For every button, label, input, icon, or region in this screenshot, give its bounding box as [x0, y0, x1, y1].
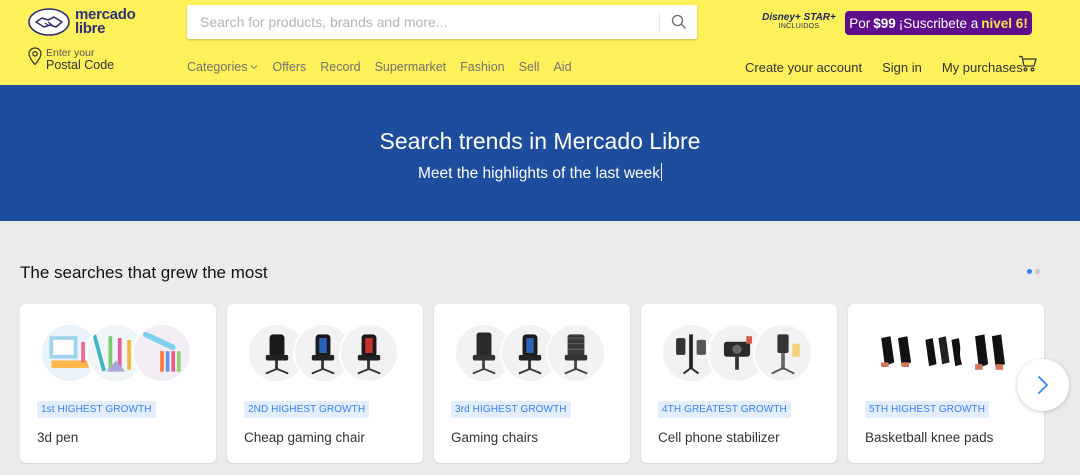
handshake-logo-icon [28, 8, 70, 36]
growth-badge: 1st HIGHEST GROWTH [37, 401, 156, 418]
carousel-next-button[interactable] [1017, 359, 1069, 411]
mercado-libre-logo[interactable]: mercado libre [28, 7, 136, 37]
card-thumbnails [241, 323, 411, 383]
growth-badge: 2ND HIGHEST GROWTH [244, 401, 370, 418]
nav-categories-label: Categories [187, 60, 248, 74]
trend-card-3[interactable]: 3rd HIGHEST GROWTH Gaming chairs [434, 304, 630, 463]
header: mercado libre Disney+ STAR+ INCLUIDOS Po… [0, 0, 1080, 85]
disney-star-logo: Disney+ STAR+ [762, 12, 836, 23]
search-bar [187, 5, 697, 39]
nav-categories[interactable]: Categories [187, 60, 258, 74]
promo-suffix: ! [1023, 15, 1028, 31]
trend-card-4[interactable]: 4TH GREATEST GROWTH Cell phone stabilize… [641, 304, 837, 463]
product-thumb [546, 323, 606, 383]
pager-dot-2[interactable] [1035, 269, 1040, 274]
cart-icon [1019, 55, 1037, 72]
trend-cards-carousel: 1st HIGHEST GROWTH 3d pen 2ND HIGHEST GR… [20, 304, 1080, 464]
disney-star-subtext: INCLUIDOS [778, 23, 820, 30]
promo-price: $99 [873, 15, 896, 31]
product-thumb [960, 323, 1020, 383]
my-purchases-link[interactable]: My purchases [942, 60, 1023, 75]
trend-card-5[interactable]: 5TH HIGHEST GROWTH Basketball knee pads [848, 304, 1044, 463]
growth-badge: 5TH HIGHEST GROWTH [865, 401, 990, 418]
promo-level: nivel 6 [981, 15, 1024, 31]
sign-in-link[interactable]: Sign in [882, 60, 922, 75]
postal-value: Postal Code [46, 58, 115, 72]
trend-title: Cell phone stabilizer [658, 430, 780, 445]
subscription-promo-button[interactable]: Por $99 ¡Suscribete a nivel 6! [845, 11, 1032, 35]
product-thumb [339, 323, 399, 383]
card-thumbnails [655, 323, 825, 383]
product-thumb [753, 323, 813, 383]
trend-title: Cheap gaming chair [244, 430, 365, 445]
postal-code-selector[interactable]: Enter your Postal Code [28, 47, 114, 71]
section-title: The searches that grew the most [20, 263, 268, 282]
logo-line-2: libre [75, 20, 106, 37]
create-account-link[interactable]: Create your account [745, 60, 862, 75]
promo-prefix: Por [849, 15, 871, 31]
card-thumbnails [448, 323, 618, 383]
pager-dot-1[interactable] [1027, 269, 1032, 274]
logo-wordmark: mercado libre [75, 7, 136, 37]
growth-badge: 3rd HIGHEST GROWTH [451, 401, 571, 418]
product-thumb [132, 323, 192, 383]
promo-text: ¡Suscribete a [898, 15, 979, 31]
search-button[interactable] [660, 5, 697, 39]
trend-title: Basketball knee pads [865, 430, 994, 445]
nav-fashion[interactable]: Fashion [460, 60, 504, 74]
nav-offers[interactable]: Offers [272, 60, 306, 74]
card-thumbnails [862, 323, 1032, 383]
search-icon [671, 14, 686, 29]
chevron-right-icon [1038, 376, 1048, 394]
nav-supermarket[interactable]: Supermarket [375, 60, 447, 74]
trend-title: Gaming chairs [451, 430, 539, 445]
disney-star-promo[interactable]: Disney+ STAR+ INCLUIDOS [760, 12, 838, 38]
carousel-pager [1027, 269, 1040, 274]
nav-aid[interactable]: Aid [553, 60, 571, 74]
hero-subtitle-wrap: Meet the highlights of the last week [0, 163, 1080, 183]
trend-card-2[interactable]: 2ND HIGHEST GROWTH Cheap gaming chair [227, 304, 423, 463]
trend-title: 3d pen [37, 430, 79, 445]
growth-badge: 4TH GREATEST GROWTH [658, 401, 791, 418]
hero-subtitle: Meet the highlights of the last week [417, 165, 661, 182]
location-pin-icon [28, 47, 42, 66]
trend-card-1[interactable]: 1st HIGHEST GROWTH 3d pen [20, 304, 216, 463]
main-nav: Categories Offers Record Supermarket Fas… [187, 60, 586, 74]
text-caret [661, 163, 663, 181]
account-nav: Create your account Sign in My purchases [745, 60, 1023, 75]
nav-record[interactable]: Record [320, 60, 360, 74]
hero-banner: Search trends in Mercado Libre Meet the … [0, 85, 1080, 221]
card-thumbnails [34, 323, 204, 383]
search-input[interactable] [187, 5, 657, 39]
nav-sell[interactable]: Sell [519, 60, 540, 74]
chevron-down-icon [251, 65, 258, 70]
cart-button[interactable] [1018, 55, 1038, 78]
hero-title: Search trends in Mercado Libre [379, 128, 701, 154]
